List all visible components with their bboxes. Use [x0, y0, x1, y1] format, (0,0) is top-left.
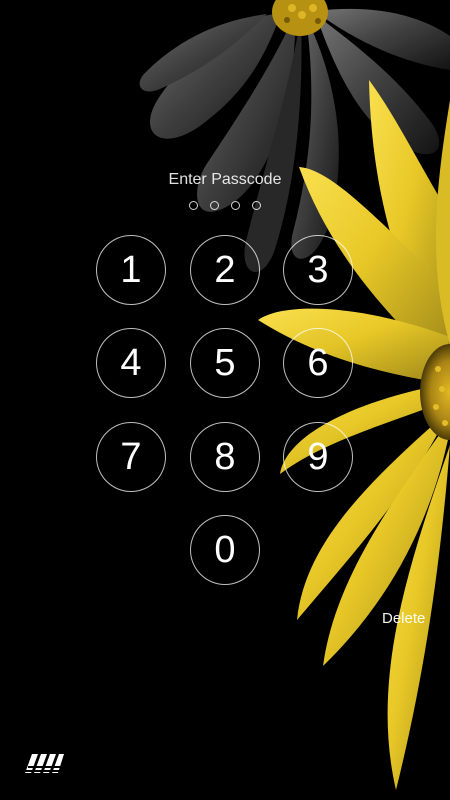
key-1[interactable]: 1	[96, 235, 166, 305]
passcode-dot	[210, 201, 219, 210]
passcode-dot	[189, 201, 198, 210]
key-5[interactable]: 5	[190, 328, 260, 398]
delete-button[interactable]: Delete	[382, 610, 437, 627]
key-8[interactable]: 8	[190, 422, 260, 492]
logo-mark	[22, 754, 64, 776]
lock-screen: Enter Passcode 1 2 3 4 5 6 7 8 9 0 Delet…	[0, 0, 450, 800]
key-4[interactable]: 4	[96, 328, 166, 398]
key-9[interactable]: 9	[283, 422, 353, 492]
key-3[interactable]: 3	[283, 235, 353, 305]
passcode-title: Enter Passcode	[168, 171, 282, 188]
wallpaper	[0, 0, 450, 800]
striped-logo-icon	[20, 751, 64, 781]
passcode-dot	[252, 201, 261, 210]
key-6[interactable]: 6	[283, 328, 353, 398]
passcode-dot	[231, 201, 240, 210]
passcode-dots	[0, 201, 450, 210]
flower-wallpaper	[139, 0, 450, 790]
key-0[interactable]: 0	[190, 515, 260, 585]
key-2[interactable]: 2	[190, 235, 260, 305]
key-7[interactable]: 7	[96, 422, 166, 492]
